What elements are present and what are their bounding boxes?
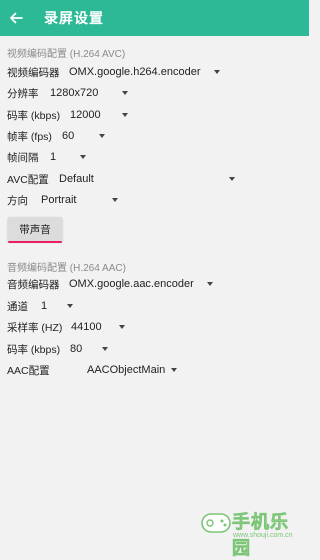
chevron-down-icon <box>67 304 73 308</box>
video-bitrate-row: 码率 (kbps) <box>7 105 60 125</box>
audio-encoder-label: 音频编码器 <box>7 278 60 291</box>
video-encoder-spinner[interactable]: OMX.google.h264.encoder <box>69 62 224 82</box>
chevron-down-icon <box>171 368 177 372</box>
video-bitrate-label: 码率 (kbps) <box>7 109 61 122</box>
with-audio-button[interactable]: 带声音 <box>8 217 62 241</box>
orientation-row: 方向 <box>7 190 28 210</box>
chevron-down-icon <box>119 325 125 329</box>
video-encoder-label: 视频编码器 <box>7 66 60 79</box>
framerate-row: 帧率 (fps) <box>7 126 52 146</box>
video-encoder-value: OMX.google.h264.encoder <box>69 66 201 78</box>
chevron-down-icon <box>99 134 105 138</box>
avc-profile-row: AVC配置 <box>7 169 49 189</box>
aac-profile-value: AACObjectMain <box>87 364 166 376</box>
audio-encoder-value: OMX.google.aac.encoder <box>69 278 194 290</box>
resolution-row: 分辨率 <box>7 83 39 103</box>
aac-profile-label: AAC配置 <box>7 364 50 377</box>
chevron-down-icon <box>214 70 220 74</box>
video-section-header: 视频编码配置 (H.264 AVC) <box>7 49 126 60</box>
video-encoder-row: 视频编码器 <box>7 62 60 82</box>
channels-row: 通道 <box>7 296 28 316</box>
audio-encoder-spinner[interactable]: OMX.google.aac.encoder <box>69 274 219 294</box>
chevron-down-icon <box>122 113 128 117</box>
orientation-label: 方向 <box>7 194 28 207</box>
chevron-down-icon <box>229 177 235 181</box>
chevron-down-icon <box>112 198 118 202</box>
orientation-spinner[interactable]: Portrait <box>41 190 121 210</box>
audio-bitrate-row: 码率 (kbps) <box>7 339 60 359</box>
channels-spinner[interactable]: 1 <box>41 296 81 316</box>
chevron-down-icon <box>122 91 128 95</box>
chevron-down-icon <box>102 347 108 351</box>
iframe-interval-spinner[interactable]: 1 <box>50 147 90 167</box>
avc-profile-label: AVC配置 <box>7 173 49 186</box>
with-audio-indicator <box>8 241 62 243</box>
samplerate-value: 44100 <box>71 321 102 333</box>
framerate-spinner[interactable]: 60 <box>62 126 107 146</box>
audio-bitrate-label: 码率 (kbps) <box>7 343 61 356</box>
iframe-interval-label: 帧间隔 <box>7 151 39 164</box>
watermark-url: www.shouji.com.cn <box>233 532 293 539</box>
audio-bitrate-spinner[interactable]: 80 <box>70 339 110 359</box>
chevron-down-icon <box>80 155 86 159</box>
resolution-value: 1280x720 <box>50 87 99 99</box>
framerate-label: 帧率 (fps) <box>7 130 52 143</box>
audio-bitrate-value: 80 <box>70 343 83 355</box>
framerate-value: 60 <box>62 130 75 142</box>
resolution-label: 分辨率 <box>7 87 39 100</box>
avc-profile-value: Default <box>59 173 94 185</box>
game-controller-icon <box>201 513 231 533</box>
video-bitrate-value: 12000 <box>70 109 101 121</box>
orientation-value: Portrait <box>41 194 77 206</box>
samplerate-row: 采样率 (HZ) <box>7 317 62 337</box>
chevron-down-icon <box>207 282 213 286</box>
aac-profile-spinner[interactable]: AACObjectMain <box>87 360 182 380</box>
audio-section-header: 音频编码配置 (H.264 AAC) <box>7 263 126 274</box>
avc-profile-spinner[interactable]: Default <box>59 169 239 189</box>
video-bitrate-spinner[interactable]: 12000 <box>70 105 130 125</box>
app-bar: 录屏设置 <box>0 0 309 36</box>
iframe-interval-row: 帧间隔 <box>7 147 39 167</box>
page-title: 录屏设置 <box>44 10 104 26</box>
iframe-interval-value: 1 <box>50 151 57 163</box>
samplerate-spinner[interactable]: 44100 <box>71 317 131 337</box>
audio-encoder-row: 音频编码器 <box>7 274 60 294</box>
arrow-left-icon[interactable] <box>8 10 24 26</box>
channels-label: 通道 <box>7 300 28 313</box>
samplerate-label: 采样率 (HZ) <box>7 321 63 334</box>
aac-profile-row: AAC配置 <box>7 360 50 380</box>
channels-value: 1 <box>41 300 48 312</box>
resolution-spinner[interactable]: 1280x720 <box>50 83 130 103</box>
watermark-logo: 手机乐园 www.shouji.com.cn <box>200 506 305 558</box>
